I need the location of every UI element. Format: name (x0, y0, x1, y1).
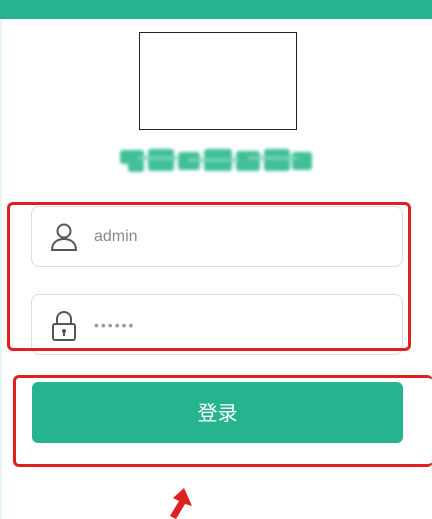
username-field[interactable] (31, 206, 403, 267)
logo-image (139, 32, 297, 130)
lock-icon (50, 310, 78, 341)
left-edge-strip (0, 19, 2, 519)
login-page: 登录 (0, 0, 432, 519)
password-field[interactable] (31, 294, 403, 355)
arrow-up-icon (162, 486, 196, 519)
password-input[interactable] (94, 309, 384, 341)
blurred-app-title (118, 146, 314, 176)
user-icon (50, 222, 78, 252)
username-input[interactable] (94, 221, 384, 253)
login-button[interactable]: 登录 (32, 382, 403, 443)
top-accent-bar (0, 0, 432, 19)
